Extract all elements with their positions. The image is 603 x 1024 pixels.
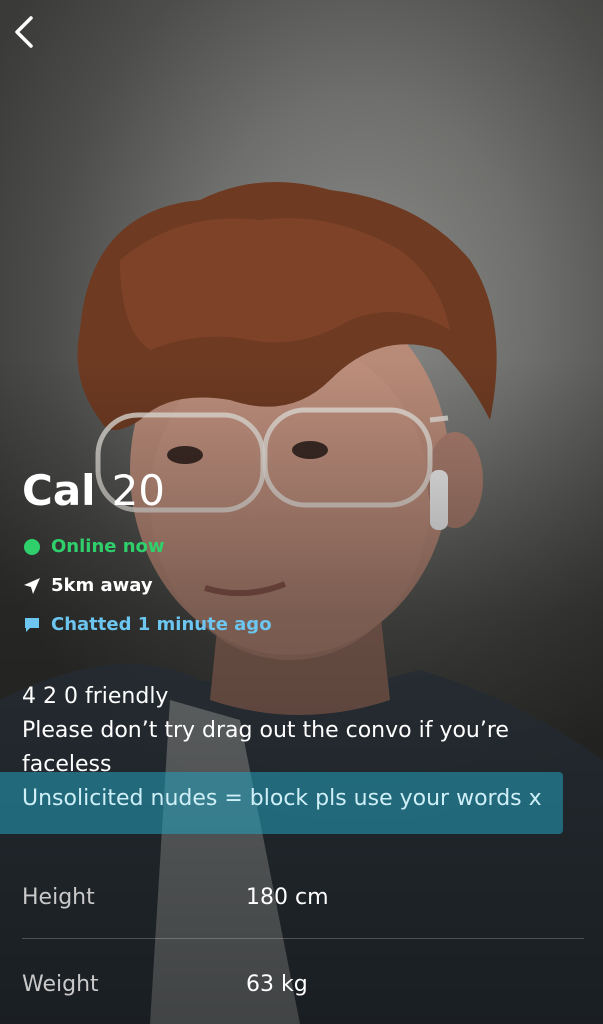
location-arrow-icon — [24, 577, 40, 594]
profile-header: Cal 20 — [22, 466, 165, 515]
stat-label: Height — [22, 884, 95, 910]
bio-line: Please don’t try drag out the convo if y… — [22, 718, 509, 743]
bio-line: faceless — [22, 752, 112, 777]
chevron-left-icon — [15, 16, 33, 48]
profile-bio: 4 2 0 friendly Please don’t try drag out… — [22, 680, 592, 816]
profile-stats: Height 180 cm Weight 63 kg — [22, 866, 584, 1015]
bio-line-highlighted: Unsolicited nudes = block pls use your w… — [22, 786, 542, 811]
stat-row-height: Height 180 cm — [22, 866, 584, 928]
back-button[interactable] — [6, 12, 42, 52]
distance-label: 5km away — [51, 575, 153, 596]
online-dot-icon — [24, 538, 40, 555]
chat-bubble-icon — [25, 617, 39, 632]
stat-label: Weight — [22, 971, 99, 997]
chat-history: Chatted 1 minute ago — [22, 614, 272, 635]
bio-line: 4 2 0 friendly — [22, 684, 169, 709]
distance-info: 5km away — [22, 575, 153, 596]
stat-value: 180 cm — [246, 884, 329, 910]
profile-age: 20 — [111, 466, 166, 515]
online-status: Online now — [22, 536, 165, 557]
online-status-label: Online now — [51, 536, 165, 557]
chatted-label: Chatted 1 minute ago — [51, 614, 272, 635]
stat-row-weight: Weight 63 kg — [22, 953, 584, 1015]
divider — [22, 938, 584, 939]
profile-name: Cal — [22, 466, 96, 515]
stat-value: 63 kg — [246, 971, 308, 997]
